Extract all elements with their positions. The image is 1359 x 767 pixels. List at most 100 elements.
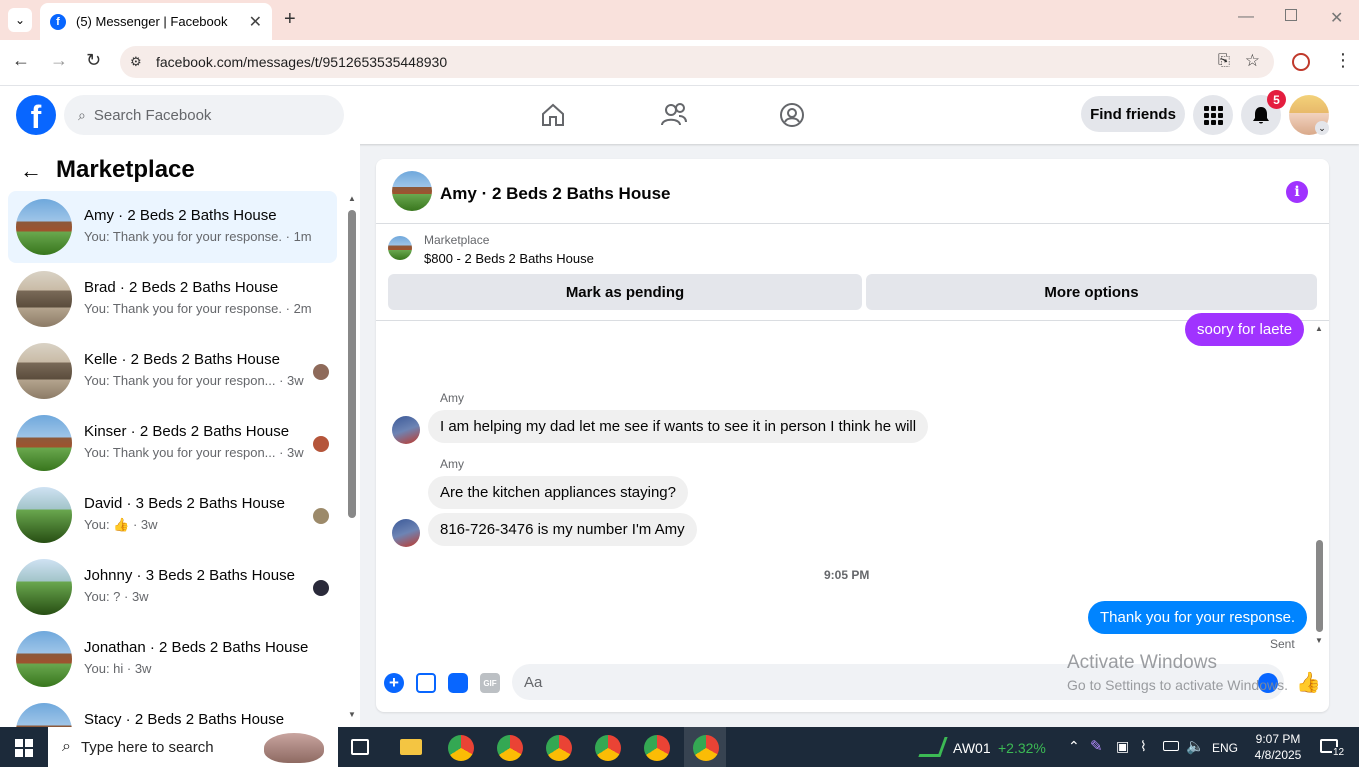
network-icon[interactable]: ⌇ [1140,738,1147,755]
listing-thumbnail [16,703,72,727]
bookmark-star-icon[interactable]: ☆ [1245,51,1260,71]
tab-search-button[interactable]: ⌄ [8,8,32,32]
install-app-icon[interactable]: ⎘ [1218,52,1230,69]
chrome-icon[interactable] [448,735,474,761]
clock-time[interactable]: 9:07 PM [1253,732,1303,746]
meet-now-icon[interactable]: ▣ [1116,738,1129,755]
menu-grid-button[interactable] [1193,95,1233,135]
profile-icon[interactable] [1292,53,1310,71]
account-chevron-icon[interactable]: ⌄ [1315,121,1329,135]
minimize-icon[interactable]: — [1238,8,1254,26]
listing-title[interactable]: $800 - 2 Beds 2 Baths House [424,251,594,266]
listing-thumbnail [16,271,72,327]
back-icon[interactable]: ← [12,50,30,71]
message-scrollbar[interactable]: ▲ ▼ [1313,322,1325,647]
find-friends-button[interactable]: Find friends [1081,96,1185,132]
scroll-up-arrow[interactable]: ▲ [1315,324,1323,333]
pen-icon[interactable]: ✎ [1090,737,1103,755]
home-icon[interactable] [540,102,566,128]
windows-taskbar: ⌕ Type here to search AW01 +2.32% ⌃ ✎ ▣ … [0,727,1359,767]
thumbs-up-icon[interactable]: 👍 [1296,670,1321,695]
conversation-title: Brad · 2 Beds 2 Baths House [84,279,279,296]
chrome-icon[interactable] [595,735,621,761]
chrome-icon[interactable] [693,735,719,761]
conversation-item[interactable]: David · 3 Beds 2 Baths House You: 👍 · 3w [8,479,337,551]
conversation-item[interactable]: Kinser · 2 Beds 2 Baths House You: Thank… [8,407,337,479]
activate-windows-watermark: Activate Windows Go to Settings to activ… [1067,652,1288,693]
volume-icon[interactable]: 🔈 [1186,737,1205,755]
friends-icon[interactable] [660,102,688,128]
reload-icon[interactable]: ↻ [86,50,101,71]
new-tab-icon[interactable]: + [284,8,296,31]
sticker-icon[interactable] [448,673,468,693]
attach-photo-icon[interactable] [416,673,436,693]
forward-icon[interactable]: → [50,50,68,71]
listing-source: Marketplace [424,233,490,247]
browser-tab[interactable]: f (5) Messenger | Facebook ✕ [40,3,272,40]
close-window-icon[interactable]: ✕ [1330,8,1343,28]
browser-menu-icon[interactable]: ⋮ [1334,50,1352,71]
address-bar-row: ← → ↻ ⚙ facebook.com/messages/t/95126535… [0,40,1359,86]
conversation-item[interactable]: Kelle · 2 Beds 2 Baths House You: Thank … [8,335,337,407]
marketplace-sidebar: ← Marketplace Amy · 2 Beds 2 Baths House… [0,144,360,727]
url-field[interactable]: ⚙ facebook.com/messages/t/95126535354489… [120,46,1274,78]
grid-icon [1203,105,1223,125]
more-options-button[interactable]: More options [866,274,1317,310]
battery-icon[interactable] [1163,741,1179,751]
stock-name[interactable]: AW01 [953,740,991,756]
info-icon[interactable]: i [1286,181,1308,203]
facebook-search-box[interactable]: ⌕ Search Facebook [64,95,344,135]
chrome-icon[interactable] [644,735,670,761]
site-info-icon[interactable]: ⚙ [130,54,142,70]
conversation-title: Stacy · 2 Beds 2 Baths House [84,711,285,727]
conversation-item[interactable]: Jonathan · 2 Beds 2 Baths House You: hi … [8,623,337,695]
stock-change[interactable]: +2.32% [998,740,1046,756]
scroll-down-arrow[interactable]: ▼ [1315,636,1323,645]
listing-thumbnail [16,199,72,255]
stock-chart-icon[interactable] [918,737,948,757]
chat-header-title[interactable]: Amy · 2 Beds 2 Baths House [440,184,671,204]
sidebar-scrollbar[interactable]: ▲ ▼ [346,194,358,719]
conversation-item[interactable]: Brad · 2 Beds 2 Baths House You: Thank y… [8,263,337,335]
groups-icon[interactable] [779,102,805,128]
close-tab-icon[interactable]: ✕ [249,12,262,32]
chat-header-thumbnail[interactable] [392,171,432,211]
sender-avatar[interactable] [392,519,420,547]
conversation-item[interactable]: Amy · 2 Beds 2 Baths House You: Thank yo… [8,191,337,263]
gif-icon[interactable]: GIF [480,673,500,693]
conversation-snippet: You: Thank you for your respon... · 3w [84,373,304,388]
windows-start-icon[interactable] [15,739,33,757]
scroll-thumb[interactable] [1316,540,1323,632]
mark-as-pending-button[interactable]: Mark as pending [388,274,862,310]
conversation-snippet: You: 👍 · 3w [84,517,158,532]
add-more-icon[interactable]: + [384,673,404,693]
sent-status: Sent [1270,637,1295,651]
timestamp: 9:05 PM [824,568,870,582]
chrome-icon[interactable] [546,735,572,761]
conversation-title: Amy · 2 Beds 2 Baths House [84,207,277,224]
clock-date[interactable]: 4/8/2025 [1251,748,1305,762]
watermark-line2: Go to Settings to activate Windows. [1067,677,1288,693]
outgoing-message[interactable]: Thank you for your response. [1088,601,1308,634]
incoming-message[interactable]: Are the kitchen appliances staying? [428,476,688,509]
incoming-message[interactable]: 816-726-3476 is my number I'm Amy [428,513,697,546]
taskbar-search-box[interactable]: ⌕ Type here to search [48,727,338,767]
tray-chevron-up-icon[interactable]: ⌃ [1068,738,1080,755]
conversation-item[interactable]: Stacy · 2 Beds 2 Baths House [8,695,337,727]
conversation-item[interactable]: Johnny · 3 Beds 2 Baths House You: ? · 3… [8,551,337,623]
sender-avatar[interactable] [392,416,420,444]
listing-thumbnail[interactable] [388,236,412,260]
scroll-up-arrow[interactable]: ▲ [348,194,356,203]
task-view-icon[interactable] [351,739,369,755]
incoming-message[interactable]: I am helping my dad let me see if wants … [428,410,929,443]
back-arrow-icon[interactable]: ← [20,158,42,184]
outgoing-message[interactable]: soory for laete [1185,313,1305,346]
maximize-icon[interactable] [1285,9,1297,21]
language-indicator[interactable]: ENG [1212,741,1238,755]
chrome-icon[interactable] [497,735,523,761]
file-explorer-icon[interactable] [400,739,422,755]
facebook-logo-icon[interactable]: f [16,95,56,135]
conversation-snippet: You: Thank you for your respon... · 3w [84,445,304,460]
scroll-down-arrow[interactable]: ▼ [348,710,356,719]
scroll-thumb[interactable] [348,210,356,518]
